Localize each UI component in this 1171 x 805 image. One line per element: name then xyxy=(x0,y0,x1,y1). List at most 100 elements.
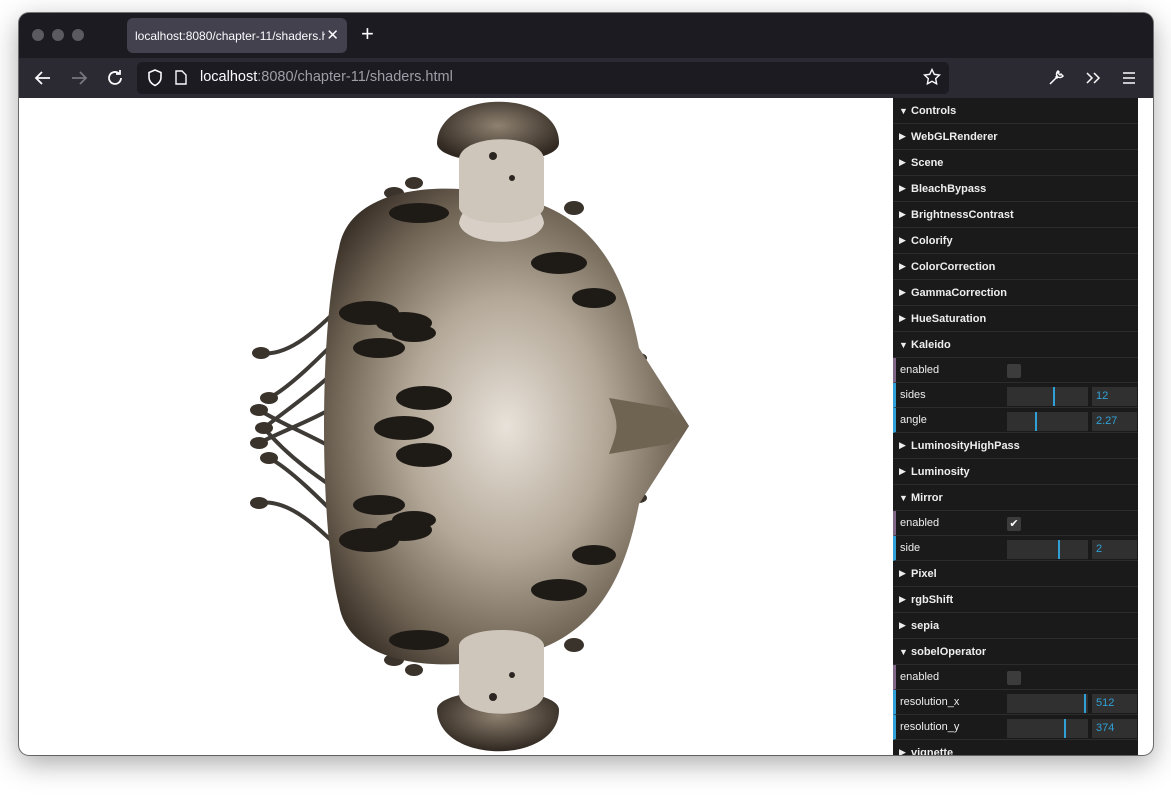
folder-label: BleachBypass xyxy=(911,182,987,195)
folder-webglrenderer[interactable]: ▶ WebGLRenderer xyxy=(893,124,1138,150)
kaleido-sides-slider[interactable] xyxy=(1007,387,1088,406)
folder-label: vignette xyxy=(911,746,954,756)
sobel-enabled-checkbox[interactable] xyxy=(1007,671,1021,685)
kaleido-angle-input[interactable]: 2.27 xyxy=(1092,412,1137,431)
slider-handle[interactable] xyxy=(1035,412,1038,431)
folder-sepia[interactable]: ▶ sepia xyxy=(893,613,1138,639)
chevron-right-icon: ▶ xyxy=(899,594,906,604)
close-tab-icon[interactable]: ✕ xyxy=(326,26,339,44)
kaleido-angle-slider[interactable] xyxy=(1007,412,1088,431)
slider-handle[interactable] xyxy=(1084,694,1087,713)
page-content: ▼ Controls ▶ WebGLRenderer ▶ Scene ▶ BleachBypa… xyxy=(19,98,1153,755)
folder-label: Luminosity xyxy=(911,465,970,478)
folder-mirror[interactable]: ▼ Mirror xyxy=(893,485,1138,511)
url-text[interactable]: localhost:8080/chapter-11/shaders.html xyxy=(200,69,453,85)
folder-luminosityhighpass[interactable]: ▶ LuminosityHighPass xyxy=(893,433,1138,459)
mirror-side-slider[interactable] xyxy=(1007,540,1088,559)
webgl-canvas[interactable] xyxy=(19,98,893,755)
chevron-down-icon: ▼ xyxy=(899,492,908,503)
chevron-down-icon: ▼ xyxy=(899,105,908,116)
overflow-chevrons-icon[interactable] xyxy=(1081,66,1105,90)
folder-label: Scene xyxy=(911,156,944,169)
kaleido-enabled-row: enabled xyxy=(893,358,1138,383)
mirror-enabled-checkbox[interactable]: ✔ xyxy=(1007,517,1021,531)
chevron-right-icon: ▶ xyxy=(899,747,906,755)
folder-brightnesscontrast[interactable]: ▶ BrightnessContrast xyxy=(893,202,1138,228)
folder-colorify[interactable]: ▶ Colorify xyxy=(893,228,1138,254)
folder-label: sepia xyxy=(911,619,940,632)
tab-title: localhost:8080/chapter-11/shaders.html xyxy=(135,28,325,43)
chevron-right-icon: ▶ xyxy=(899,620,906,630)
title-bar: localhost:8080/chapter-11/shaders.html ✕… xyxy=(19,13,1153,58)
sobel-resolution-x-slider[interactable] xyxy=(1007,694,1088,713)
mirror-side-row: side 2 xyxy=(893,536,1138,561)
forward-icon[interactable] xyxy=(67,66,91,90)
chevron-right-icon: ▶ xyxy=(899,287,906,297)
chevron-right-icon: ▶ xyxy=(899,183,906,193)
folder-label: Pixel xyxy=(911,567,937,580)
sobel-resolution-y-slider[interactable] xyxy=(1007,719,1088,738)
zoom-window-button[interactable] xyxy=(72,29,84,41)
folder-bleachbypass[interactable]: ▶ BleachBypass xyxy=(893,176,1138,202)
chevron-right-icon: ▶ xyxy=(899,261,906,271)
folder-rgbshift[interactable]: ▶ rgbShift xyxy=(893,587,1138,613)
chevron-right-icon: ▶ xyxy=(899,466,906,476)
folder-label: rgbShift xyxy=(911,593,954,606)
chevron-right-icon: ▶ xyxy=(899,235,906,245)
folder-label: ColorCorrection xyxy=(911,260,996,273)
sobel-resolution-y-row: resolution_y 374 xyxy=(893,715,1138,740)
chevron-right-icon: ▶ xyxy=(899,313,906,323)
bookmark-star-icon[interactable] xyxy=(922,67,942,91)
new-tab-button[interactable]: + xyxy=(361,22,374,46)
mirror-enabled-row: enabled ✔ xyxy=(893,511,1138,536)
folder-controls[interactable]: ▼ Controls xyxy=(893,98,1138,124)
browser-window: localhost:8080/chapter-11/shaders.html ✕… xyxy=(19,13,1153,755)
folder-label: BrightnessContrast xyxy=(911,208,1014,221)
kaleido-angle-row: angle 2.27 xyxy=(893,408,1138,433)
folder-pixel[interactable]: ▶ Pixel xyxy=(893,561,1138,587)
chevron-right-icon: ▶ xyxy=(899,440,906,450)
folder-label: WebGLRenderer xyxy=(911,130,998,143)
url-bar[interactable]: localhost:8080/chapter-11/shaders.html xyxy=(137,62,949,94)
folder-gammacorrection[interactable]: ▶ GammaCorrection xyxy=(893,280,1138,306)
chevron-down-icon: ▼ xyxy=(899,646,908,657)
chevron-right-icon: ▶ xyxy=(899,131,906,141)
menu-icon[interactable] xyxy=(1117,66,1141,90)
folder-sobeloperator[interactable]: ▼ sobelOperator xyxy=(893,639,1138,665)
sobel-resolution-y-input[interactable]: 374 xyxy=(1092,719,1137,738)
folder-scene[interactable]: ▶ Scene xyxy=(893,150,1138,176)
kaleido-enabled-checkbox[interactable] xyxy=(1007,364,1021,378)
slider-handle[interactable] xyxy=(1063,719,1066,738)
close-window-button[interactable] xyxy=(32,29,44,41)
folder-label: LuminosityHighPass xyxy=(911,439,1020,452)
shield-icon[interactable] xyxy=(147,69,163,92)
navigation-bar: localhost:8080/chapter-11/shaders.html xyxy=(19,58,1153,98)
slider-handle[interactable] xyxy=(1052,387,1055,406)
chevron-right-icon: ▶ xyxy=(899,209,906,219)
folder-colorcorrection[interactable]: ▶ ColorCorrection xyxy=(893,254,1138,280)
minimize-window-button[interactable] xyxy=(52,29,64,41)
wrench-icon[interactable] xyxy=(1044,66,1068,90)
folder-label: Colorify xyxy=(911,234,953,247)
folder-label: HueSaturation xyxy=(911,312,987,325)
folder-huesaturation[interactable]: ▶ HueSaturation xyxy=(893,306,1138,332)
slider-handle[interactable] xyxy=(1058,540,1061,559)
tab-active[interactable]: localhost:8080/chapter-11/shaders.html ✕ xyxy=(127,18,347,53)
kaleido-sides-input[interactable]: 12 xyxy=(1092,387,1137,406)
folder-kaleido[interactable]: ▼ Kaleido xyxy=(893,332,1138,358)
folder-label: Controls xyxy=(911,104,957,117)
reload-icon[interactable] xyxy=(103,66,127,90)
chevron-right-icon: ▶ xyxy=(899,568,906,578)
mirror-side-input[interactable]: 2 xyxy=(1092,540,1137,559)
sobel-enabled-row: enabled xyxy=(893,665,1138,690)
folder-vignette[interactable]: ▶ vignette xyxy=(893,740,1138,756)
chevron-right-icon: ▶ xyxy=(899,157,906,167)
chevron-down-icon: ▼ xyxy=(899,339,908,350)
folder-luminosity[interactable]: ▶ Luminosity xyxy=(893,459,1138,485)
folder-label: GammaCorrection xyxy=(911,286,1007,299)
sobel-resolution-x-row: resolution_x 512 xyxy=(893,690,1138,715)
dat-gui-panel: ▼ Controls ▶ WebGLRenderer ▶ Scene ▶ BleachBypa… xyxy=(893,98,1138,755)
sobel-resolution-x-input[interactable]: 512 xyxy=(1092,694,1137,713)
kaleido-sides-row: sides 12 xyxy=(893,383,1138,408)
back-icon[interactable] xyxy=(31,66,55,90)
